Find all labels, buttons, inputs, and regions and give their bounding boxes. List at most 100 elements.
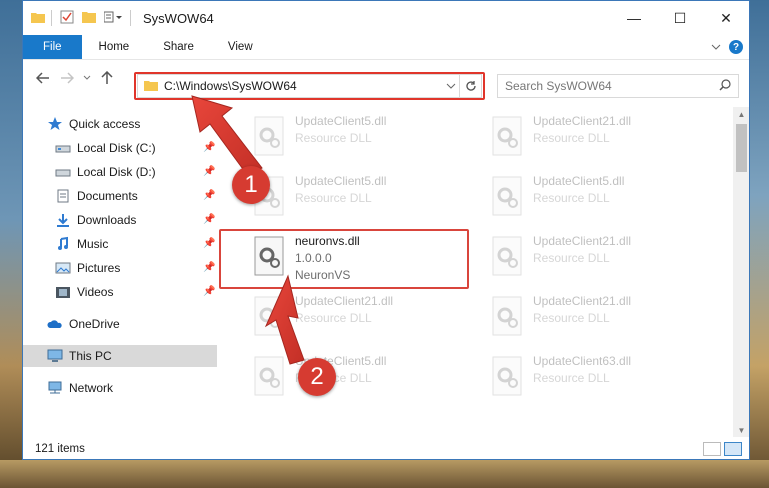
sidebar-item-label: Downloads [77,213,137,227]
desktop-background-bottom [0,460,769,488]
scrollbar-thumb[interactable] [736,124,747,172]
sidebar-item-local-disk-c[interactable]: Local Disk (C:) [55,137,156,159]
sidebar-item-pictures[interactable]: Pictures [55,257,120,279]
pin-icon[interactable]: 📌 [203,262,215,273]
close-button[interactable]: ✕ [703,1,749,35]
tab-file[interactable]: File [23,35,82,59]
music-icon [58,236,68,250]
file-item[interactable]: UpdateClient5.dllResource DLL [243,171,463,221]
pin-icon[interactable]: 📌 [203,142,215,153]
sidebar-item-onedrive[interactable]: OneDrive [47,313,120,335]
help-icon[interactable]: ? [729,40,743,54]
ribbon-right: ? [711,40,743,54]
divider [130,10,131,26]
forward-button[interactable] [55,66,79,90]
file-name: UpdateClient21.dll [533,114,632,128]
dll-file-icon [492,356,522,396]
up-button[interactable] [95,66,119,90]
search-input[interactable]: Search SysWOW64 [497,74,739,98]
sidebar-item-videos[interactable]: Videos [55,281,113,303]
minimize-button[interactable]: — [611,1,657,35]
sidebar-item-documents[interactable]: Documents [55,185,138,207]
scroll-down-icon[interactable]: ▼ [733,423,749,437]
file-item[interactable]: UpdateClient63.dll Resource DLL [481,351,701,401]
file-type: Resource DLL [295,131,372,145]
sidebar-item-quick-access[interactable]: Quick access [47,113,140,135]
sidebar-item-network[interactable]: Network [47,377,113,399]
tab-share[interactable]: Share [146,35,211,59]
arrow-right-icon [61,71,74,84]
sidebar-item-label: Pictures [77,261,121,275]
recent-locations-button[interactable] [79,66,95,90]
videos-icon [56,287,70,298]
pin-icon[interactable]: 📌 [203,238,215,249]
window-controls: — ☐ ✕ [611,1,749,35]
file-item[interactable]: UpdateClient21.dll Resource DLL [481,291,701,341]
dll-file-icon [254,296,284,336]
folder-icon [31,11,45,26]
file-type: Resource DLL [533,311,610,325]
sidebar-item-local-disk-d[interactable]: Local Disk (D:) [55,161,156,183]
computer-icon [47,349,63,362]
tab-home[interactable]: Home [82,35,147,59]
pin-icon[interactable]: 📌 [203,166,215,177]
sidebar-item-label: Local Disk (D:) [77,165,156,179]
file-type: Resource DLL [295,311,372,325]
callout-badge-1: 1 [232,166,270,204]
arrow-left-icon [36,71,49,84]
file-name: UpdateClient5.dll [533,174,625,188]
sidebar-item-music[interactable]: Music [55,233,108,255]
details-view-icon[interactable] [703,441,721,456]
desktop-background-right [750,0,769,488]
expand-ribbon-icon[interactable] [711,40,721,54]
chevron-down-icon [83,75,91,80]
sidebar-item-label: Music [77,237,109,251]
dll-file-icon [492,176,522,216]
status-bar: 121 items [23,437,749,459]
sidebar-item-label: Network [69,381,114,395]
sidebar-item-downloads[interactable]: Downloads [55,209,136,231]
dll-file-icon [492,296,522,336]
file-name: UpdateClient5.dll [295,174,387,188]
new-folder-icon[interactable] [82,11,96,26]
drive-icon [55,169,71,177]
file-type: Resource DLL [533,371,610,385]
file-item[interactable]: UpdateClient5.dllResource DLL [481,171,701,221]
file-highlight-box [219,229,469,289]
file-item[interactable]: UpdateClient5.dll Resource DLL [243,111,463,161]
ribbon-tabs: File Home Share View ? [23,35,749,59]
search-icon[interactable] [719,78,731,94]
downloads-icon [57,214,69,227]
item-count: 121 items [35,442,85,455]
file-name: UpdateClient21.dll [295,294,394,308]
large-icons-view-icon[interactable] [724,441,742,456]
back-button[interactable] [31,66,55,90]
tab-view[interactable]: View [211,35,270,59]
pin-icon[interactable]: 📌 [203,190,215,201]
file-item[interactable]: UpdateClient21.dll Resource DLL [481,111,701,161]
address-highlight-box [134,72,485,100]
customize-quick-access-icon[interactable] [103,11,124,26]
callout-badge-2: 2 [298,358,336,396]
dll-file-icon [492,116,522,156]
pictures-icon [55,262,71,274]
maximize-button[interactable]: ☐ [657,1,703,35]
sidebar-item-label: OneDrive [69,317,120,331]
dll-file-icon [254,356,284,396]
search-placeholder: Search SysWOW64 [505,79,612,93]
scroll-up-icon[interactable]: ▲ [733,107,749,121]
file-item[interactable]: UpdateClient21.dll Resource DLL [481,231,701,281]
properties-icon[interactable] [60,10,74,27]
navigation-pane: Quick access Local Disk (C:) 📌 Local Dis… [23,107,217,437]
sidebar-item-this-pc[interactable]: This PC [23,345,217,367]
pin-icon[interactable]: 📌 [203,214,215,225]
file-item[interactable]: UpdateClient5.dllResource DLL [243,351,463,401]
window-title: SysWOW64 [143,10,214,26]
pin-icon[interactable]: 📌 [203,286,215,297]
vertical-scrollbar[interactable]: ▲ ▼ [733,107,749,437]
divider [51,10,52,26]
onedrive-icon [47,320,62,328]
file-name: UpdateClient5.dll [295,114,387,128]
sidebar-item-label: Videos [77,285,114,299]
file-item[interactable]: UpdateClient21.dll Resource DLL [243,291,463,341]
